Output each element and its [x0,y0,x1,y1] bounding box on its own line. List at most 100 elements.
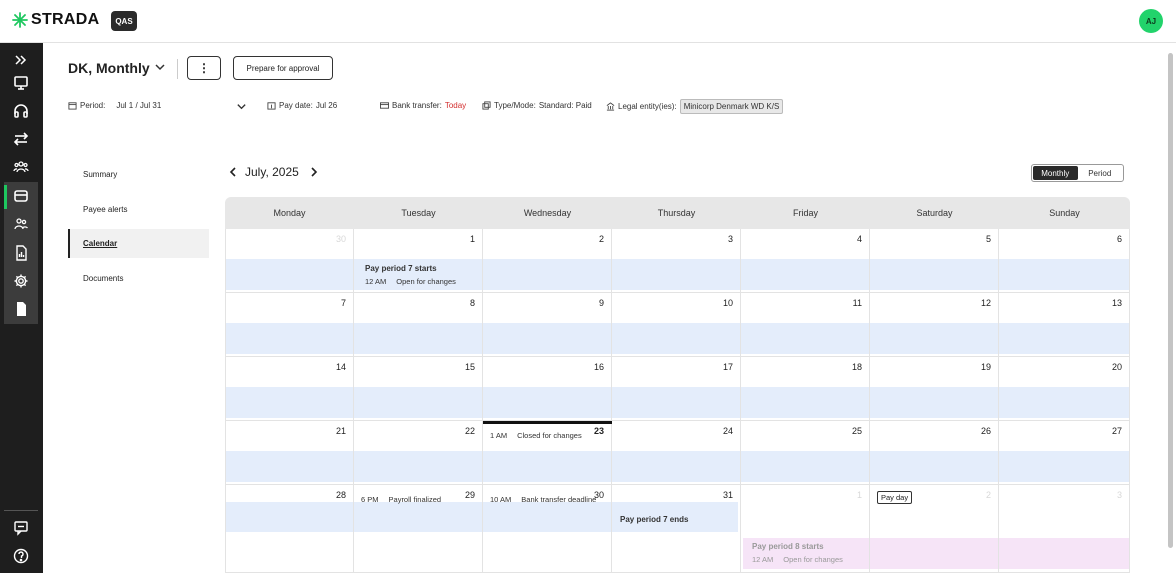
report-icon[interactable] [4,239,38,267]
gear-icon[interactable] [4,267,38,295]
day-number: 1 [469,234,475,244]
event-open-for-changes[interactable]: 12 AM Open for changes [365,277,456,286]
event-desc: Payroll finalized [388,495,442,504]
day-number: 3 [1116,490,1122,500]
type-mode-info: Type/Mode: Standard: Paid [482,101,592,110]
view-monthly-option[interactable]: Monthly [1033,166,1078,180]
calendar-day-cell[interactable]: 21 [225,421,354,485]
event-next-open-for-changes[interactable]: 12 AM Open for changes [752,555,843,564]
pay-day-chip[interactable]: Pay day [877,491,913,504]
day-number: 27 [1111,426,1122,436]
page-scrollbar[interactable] [1168,53,1173,548]
headset-icon[interactable] [4,97,38,125]
event-next-period-start[interactable]: Pay period 8 starts [752,542,824,551]
calendar-day-cell[interactable]: 9 [483,293,612,357]
monitor-icon[interactable] [4,69,38,97]
event-pay-period-end[interactable]: Pay period 7 ends [620,515,688,524]
calendar-day-cell[interactable]: 30 [225,229,354,293]
event-closed-for-changes[interactable]: 1 AM Closed for changes [490,431,582,440]
event-desc: Bank transfer deadline [521,495,597,504]
calendar-day-cell[interactable]: 17 [612,357,741,421]
day-number: 30 [335,234,346,244]
pay-date-value: Jul 26 [315,101,338,110]
calendar-day-cell[interactable]: 11 [741,293,870,357]
subnav-documents[interactable]: Documents [68,264,209,293]
day-number: 4 [856,234,862,244]
document-icon[interactable] [4,295,38,323]
calendar-day-cell[interactable]: 3 [999,485,1130,573]
calendar-day-cell[interactable]: 6 [999,229,1130,293]
calendar-day-cell[interactable]: 8 [354,293,483,357]
day-number: 29 [464,490,475,500]
more-options-button[interactable]: ⋮ [187,56,221,80]
day-number: 10 [722,298,733,308]
people-icon[interactable] [4,210,38,238]
calendar-day-cell[interactable]: 20 [999,357,1130,421]
type-mode-icon [482,101,491,110]
calendar-day-cell[interactable]: 7 [225,293,354,357]
calendar-day-cell[interactable]: 4 [741,229,870,293]
event-payroll-finalized[interactable]: 6 PM Payroll finalized [361,495,441,504]
day-number: 24 [722,426,733,436]
day-number: 23 [593,426,604,436]
subnav-payee-alerts[interactable]: Payee alerts [68,195,209,224]
day-number: 2 [598,234,604,244]
people-group-icon[interactable] [4,153,38,181]
previous-month-icon[interactable] [228,166,238,178]
subnav-summary[interactable]: Summary [68,160,209,189]
transfer-icon[interactable] [4,125,38,153]
feedback-icon[interactable] [4,514,38,542]
day-number: 5 [985,234,991,244]
help-icon[interactable] [4,542,38,570]
calendar-day-cell[interactable]: 15 [354,357,483,421]
view-period-option[interactable]: Period [1078,166,1123,180]
logo-star-icon [12,12,28,28]
wallet-icon[interactable] [4,182,38,210]
subnav-calendar[interactable]: Calendar [68,229,209,258]
user-avatar[interactable]: AJ [1139,9,1163,33]
chevron-down-icon[interactable] [154,61,166,73]
calendar-day-cell[interactable]: 16 [483,357,612,421]
prepare-for-approval-button[interactable]: Prepare for approval [233,56,333,80]
event-pay-period-start[interactable]: Pay period 7 starts [365,264,437,273]
event-desc: Open for changes [396,277,456,286]
legal-entity-chip[interactable]: Minicorp Denmark WD K/S [679,99,784,114]
nav-divider [4,510,38,511]
calendar-day-cell[interactable]: 13 [999,293,1130,357]
weekday-tuesday: Tuesday [401,208,436,218]
environment-badge: QAS [111,11,137,31]
calendar-day-cell[interactable]: 12 [870,293,999,357]
calendar-day-cell[interactable]: 14 [225,357,354,421]
day-number: 31 [722,490,733,500]
calendar-day-cell[interactable]: 19 [870,357,999,421]
period-chevron-down-icon[interactable] [236,101,247,112]
calendar-day-cell[interactable]: 27 [999,421,1130,485]
brand-name: STRADA [31,11,100,28]
day-number: 25 [851,426,862,436]
calendar-day-cell[interactable]: 31 [612,485,741,573]
event-bank-transfer-deadline[interactable]: 10 AM Bank transfer deadline [490,495,596,504]
event-time: 12 AM [365,277,387,286]
day-number: 3 [727,234,733,244]
calendar-day-cell[interactable]: 2 [483,229,612,293]
next-month-icon[interactable] [309,166,319,178]
weekday-header: Monday Tuesday Wednesday Thursday Friday Satu… [225,197,1130,229]
calendar-icon [68,102,77,110]
event-title: Pay period 7 ends [620,515,689,524]
calendar-day-cell[interactable]: 18 [741,357,870,421]
bank-building-icon [606,102,615,111]
calendar-day-cell[interactable]: 22 [354,421,483,485]
calendar-day-cell[interactable]: 10 [612,293,741,357]
type-mode-value: Standard: Paid [538,101,592,110]
calendar-day-cell[interactable]: 26 [870,421,999,485]
calendar-day-cell[interactable]: 3 [612,229,741,293]
weekday-sunday: Sunday [1049,208,1080,218]
title-separator [177,59,178,79]
strada-logo[interactable]: STRADA [12,11,99,29]
day-number: 26 [980,426,991,436]
calendar-day-cell[interactable]: 25 [741,421,870,485]
calendar-day-cell[interactable]: 24 [612,421,741,485]
calendar-day-cell[interactable]: 5 [870,229,999,293]
calendar-day-cell[interactable]: 28 [225,485,354,573]
bank-transfer-value: Today [444,101,467,110]
